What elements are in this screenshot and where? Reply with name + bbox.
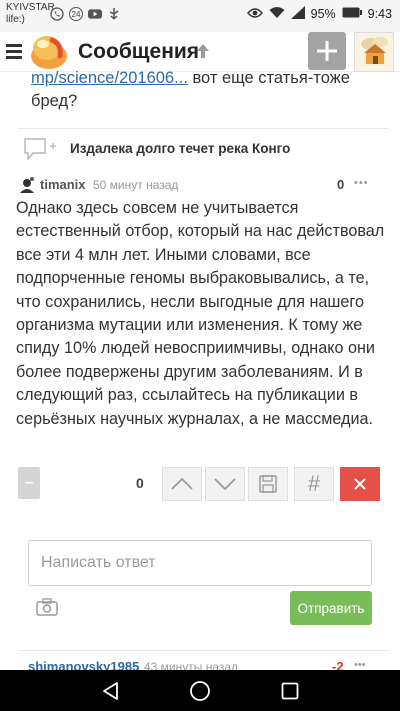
app-logo[interactable] [30, 34, 68, 70]
battery-icon [342, 7, 362, 21]
battery-percent: 95% [310, 7, 336, 21]
related-post-row[interactable]: Издалека долго течет река Конго [18, 128, 388, 168]
app-header: Сообщения [0, 32, 400, 72]
upvote-button[interactable] [162, 467, 202, 501]
carrier-label: KYIVSTAR life:) [6, 2, 55, 26]
carrier-name: KYIVSTAR [6, 2, 55, 13]
next-comment-header: shimanovsky1985 43 минуты назад -2 ••• [18, 650, 390, 670]
badge-icon: 24 [69, 7, 83, 21]
prev-comment-text: mp/science/201606... вот еще статья-тоже [31, 67, 350, 87]
related-post-title[interactable]: Издалека долго течет река Конго [70, 141, 290, 156]
phone-icon [50, 7, 64, 21]
comment-bubble-icon [24, 138, 60, 162]
menu-icon[interactable] [6, 44, 22, 62]
user-avatar-icon [18, 176, 36, 194]
system-nav-bar [0, 670, 400, 711]
recents-icon[interactable] [278, 679, 302, 703]
page-title: Сообщения [78, 40, 200, 63]
clock: 9:43 [367, 7, 392, 21]
comment-body: Однако здесь совсем не учитывается естес… [16, 199, 385, 428]
reply-input[interactable] [28, 540, 372, 586]
article-link[interactable]: mp/science/201606... [31, 69, 188, 87]
comment-author[interactable]: timanix [40, 177, 86, 192]
comment-header: timanix 50 минут назад 0 ••• [18, 175, 388, 195]
comment-actions: – 0 # [18, 467, 390, 501]
status-right: 95% 9:43 [246, 6, 392, 22]
eye-icon [246, 7, 263, 22]
next-comment-time: 43 минуты назад [144, 660, 239, 670]
more-options-icon[interactable]: ••• [354, 177, 369, 189]
floppy-icon [259, 475, 277, 493]
next-comment-author[interactable]: shimanovsky1985 [28, 659, 139, 670]
carrier-sub: life:) [6, 14, 25, 25]
comment-time: 50 минут назад [93, 178, 179, 192]
save-button[interactable] [248, 467, 288, 501]
next-comment-rating: -2 [332, 659, 344, 670]
link-button[interactable]: # [294, 467, 334, 501]
arrow-up-icon[interactable] [196, 43, 210, 59]
wifi-icon [269, 6, 285, 22]
notification-icons: 24 [50, 7, 121, 21]
next-more-options-icon[interactable]: ••• [354, 659, 366, 670]
chevron-down-icon [214, 478, 236, 491]
back-icon[interactable] [98, 679, 122, 703]
chevron-up-icon [171, 477, 193, 490]
prev-comment-tail: вот еще статья-тоже [187, 69, 350, 87]
plus-icon [317, 41, 337, 61]
usb-icon [107, 7, 121, 21]
collapse-button[interactable]: – [18, 467, 40, 499]
prev-comment-line2: бред? [31, 92, 78, 110]
user-avatar[interactable] [354, 32, 394, 72]
home-icon[interactable] [188, 679, 212, 703]
signal-icon [290, 6, 305, 22]
comment-rating: 0 [337, 177, 345, 192]
youtube-icon [88, 7, 102, 21]
add-button[interactable] [308, 32, 346, 70]
downvote-button[interactable] [205, 467, 245, 501]
camera-icon[interactable] [36, 598, 58, 616]
send-button[interactable]: Отправить [290, 591, 372, 625]
status-bar: KYIVSTAR life:) 24 95% 9:43 [0, 0, 400, 32]
action-rating: 0 [136, 475, 144, 491]
close-icon [354, 478, 366, 490]
close-button[interactable] [340, 467, 380, 501]
